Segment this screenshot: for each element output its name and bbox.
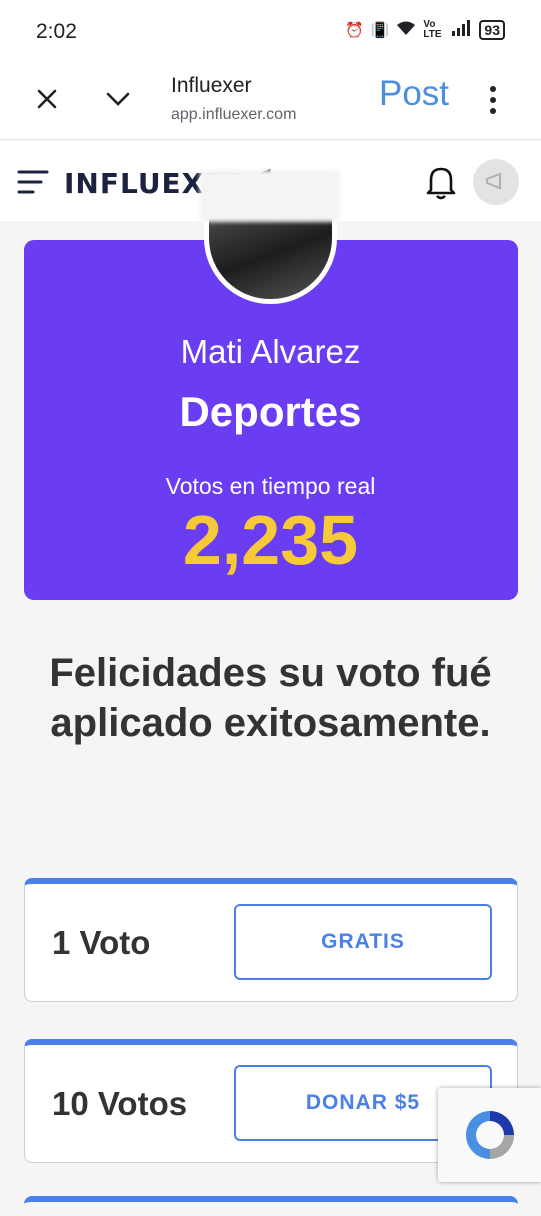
vote-option-partial <box>24 1196 518 1216</box>
vote-option-label: 10 Votos <box>52 1085 188 1122</box>
browser-url[interactable]: app.influexer.com <box>171 106 296 124</box>
recaptcha-icon <box>465 1111 514 1159</box>
more-vert-icon[interactable] <box>487 84 499 116</box>
vote-option-label: 1 Voto <box>52 924 151 961</box>
battery-indicator: 93 <box>479 20 505 40</box>
signal-icon <box>452 20 472 40</box>
close-icon[interactable] <box>32 84 62 114</box>
vibrate-icon: 📳 <box>370 22 390 39</box>
browser-bar: Influexer app.influexer.com Post <box>0 60 541 140</box>
user-avatar[interactable] <box>473 159 519 205</box>
category-label: Deportes <box>179 388 362 435</box>
status-time: 2:02 <box>36 20 77 43</box>
vote-option: 1 Voto GRATIS <box>24 878 518 1002</box>
post-button[interactable]: Post <box>379 74 449 114</box>
lte-label: Vo LTE <box>423 19 442 40</box>
free-vote-button[interactable]: GRATIS <box>234 904 492 980</box>
browser-page-title: Influexer <box>171 74 252 97</box>
recaptcha-badge[interactable] <box>438 1088 541 1182</box>
votes-label: Votos en tiempo real <box>165 473 376 499</box>
megaphone-icon <box>486 172 501 190</box>
menu-icon[interactable] <box>17 169 49 195</box>
wifi-icon <box>396 20 416 40</box>
bell-icon[interactable] <box>423 163 459 201</box>
success-message: Felicidades su voto fué aplicado exitosa… <box>49 651 492 745</box>
votes-count: 2,235 <box>182 501 359 579</box>
chevron-down-icon[interactable] <box>102 84 134 114</box>
influencer-name: Mati Alvarez <box>180 333 361 370</box>
alarm-icon: ⏰ <box>345 22 364 39</box>
status-bar: 2:02 ⏰ 📳 Vo LTE 93 <box>0 0 541 60</box>
profile-photo-top <box>200 170 340 222</box>
status-icons: ⏰ 📳 Vo LTE 93 <box>345 20 505 40</box>
